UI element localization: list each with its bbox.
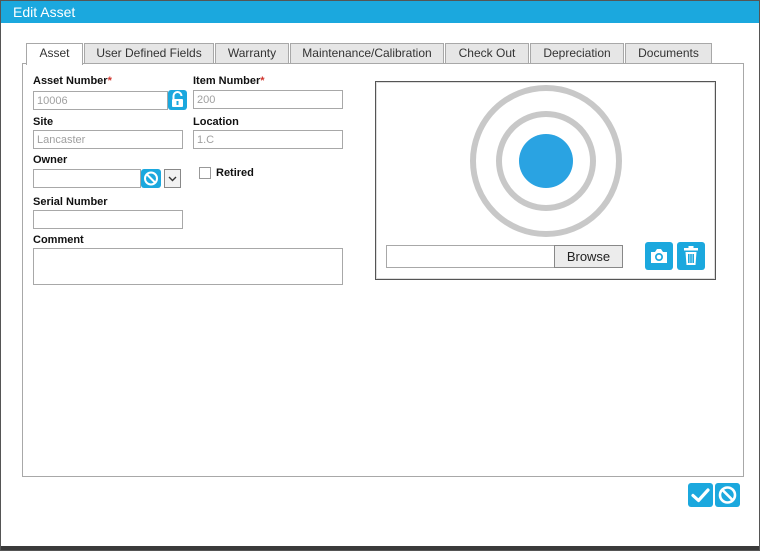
delete-image-button[interactable] [677, 242, 705, 270]
dialog-bottom-bar [1, 546, 759, 550]
retired-checkbox[interactable] [199, 167, 211, 179]
tab-depreciation[interactable]: Depreciation [530, 43, 624, 64]
tab-warranty[interactable]: Warranty [215, 43, 289, 64]
asset-number-field[interactable] [33, 91, 168, 110]
tab-documents[interactable]: Documents [625, 43, 712, 64]
check-icon [691, 488, 710, 503]
serial-number-label: Serial Number [33, 196, 108, 208]
trash-icon [684, 246, 698, 265]
item-number-label: Item Number* [193, 75, 265, 87]
image-file-field[interactable] [386, 245, 555, 268]
save-button[interactable] [688, 483, 713, 507]
asset-number-label: Asset Number* [33, 75, 112, 87]
owner-label: Owner [33, 154, 68, 166]
cancel-button[interactable] [715, 483, 740, 507]
comment-label: Comment [33, 234, 84, 246]
edit-asset-dialog: Edit Asset Asset User Defined Fields War… [0, 0, 760, 551]
location-label: Location [193, 116, 239, 128]
site-label: Site [33, 116, 54, 128]
take-photo-button[interactable] [645, 242, 673, 270]
retired-label: Retired [216, 167, 254, 179]
clear-icon [144, 171, 158, 186]
tab-check-out[interactable]: Check Out [445, 43, 529, 64]
chevron-down-icon [168, 176, 177, 182]
tab-asset[interactable]: Asset [26, 43, 83, 65]
owner-field[interactable] [33, 169, 141, 188]
tab-maintenance-calibration[interactable]: Maintenance/Calibration [290, 43, 444, 64]
dialog-titlebar: Edit Asset [1, 1, 759, 23]
dialog-title: Edit Asset [13, 4, 76, 20]
site-field[interactable] [33, 130, 183, 149]
comment-textarea[interactable] [33, 248, 343, 285]
browse-button[interactable]: Browse [554, 245, 623, 268]
item-number-field[interactable] [193, 90, 343, 109]
camera-icon [651, 249, 667, 263]
lock-open-icon [172, 91, 183, 107]
owner-dropdown-button[interactable] [164, 169, 181, 188]
tab-user-defined-fields[interactable]: User Defined Fields [84, 43, 214, 64]
cancel-icon [718, 486, 737, 504]
clear-owner-button[interactable] [141, 169, 161, 188]
serial-number-field[interactable] [33, 210, 183, 229]
lock-toggle-button[interactable] [168, 90, 187, 110]
location-field[interactable] [193, 130, 343, 149]
